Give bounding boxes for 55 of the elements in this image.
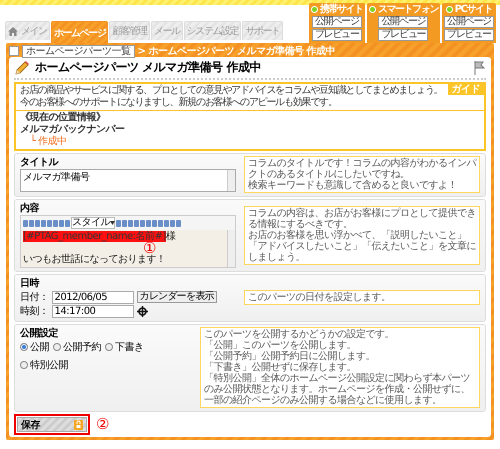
guide-badge: ガイド <box>448 84 484 95</box>
radio-option[interactable]: 公開予約 <box>53 340 101 354</box>
annotation-number: ① <box>143 241 156 256</box>
flag-icon <box>474 60 486 74</box>
scrollbar <box>227 230 235 267</box>
location-current: └ 作成中 <box>29 136 68 148</box>
site-label: 携帯サイト <box>320 4 363 15</box>
site-label: PCサイト <box>454 4 492 15</box>
radio-option[interactable]: 下書き <box>105 340 144 354</box>
rich-text-editor[interactable]: スタイル [#PTAG_member_name:名前#]様 ① いつもお世話になっております！ <box>20 215 236 268</box>
text-field[interactable]: 2012/06/05 <box>52 290 134 304</box>
field-label: 時刻： <box>20 304 48 318</box>
section-heading: 内容 <box>20 202 40 215</box>
editor-text: [#PTAG_member_name:名前#] <box>23 231 166 242</box>
dot-icon <box>368 6 376 13</box>
site-button[interactable]: 公開ページ <box>444 16 494 28</box>
site-button[interactable]: プレビュー <box>312 29 362 41</box>
site-label: スマートフォン <box>378 4 438 15</box>
lock-icon <box>74 420 83 430</box>
help-tip: コラムのタイトルです！コラムの内容がわかるインパクトのあるタイトルにしたいですね。 検索キーワードも意識して含めると良いですよ！ <box>244 156 480 193</box>
location-heading: 《現在の位置情報》 <box>20 112 106 124</box>
caret-icon <box>110 221 115 225</box>
help-tip: このパーツを公開するかどうかの設定です。 「公開」このパーツを公開します。 「公開予約」公開予約日に公開します。 「下書き」公開せずに保存します。 「特別公開」全体のホームページ公開設定に関わらず本パーツのみ公開状態となります。ホームページを作成・公開せずに、一部の紹介ページのみ公開する場合などに使用します。 <box>200 327 480 408</box>
location-parent: メルマガバックナンバー <box>20 124 126 135</box>
help-tip: コラムの内容は、お店がお客様にプロとして提供できる情報にするべきです。 お店のお客様を思い浮かべて、「説明したいこと」「アドバイスしたいこと」「伝えたいこと」を文章にしましょう。 <box>244 206 480 264</box>
save-button[interactable]: 保存 <box>17 417 87 432</box>
radio-option[interactable]: 特別公開 <box>20 358 68 372</box>
help-tip: このパーツの日付を設定します。 <box>244 290 480 305</box>
section-heading: タイトル <box>20 156 60 169</box>
dot-icon <box>446 6 453 13</box>
guide-text: お店の商品やサービスに関する、プロとしての意見やアドバイスをコラムや豆知識としてまとめましょう。 <box>20 85 444 96</box>
breadcrumb-current: ホームページパーツ メルマガ準備号 作成中 <box>148 44 335 58</box>
site-button[interactable]: プレビュー <box>378 29 428 41</box>
calendar-button[interactable]: カレンダーを表示 <box>136 291 217 303</box>
site-button[interactable]: 公開ページ <box>378 16 428 28</box>
site-button[interactable]: 公開ページ <box>312 16 362 28</box>
scrollbar <box>227 170 235 191</box>
text-field[interactable]: 14:17:00 <box>52 304 134 318</box>
breadcrumb-link[interactable]: ホームページパーツ一覧 <box>22 44 134 58</box>
house-icon <box>8 26 18 36</box>
guide-text: 今のお客様へのサポートになりますし、新規のお客様へのアピールも効果です。 <box>20 97 338 109</box>
breadcrumb-separator: > <box>138 46 146 56</box>
style-select[interactable]: スタイル <box>71 217 115 229</box>
annotation-number: ② <box>96 417 109 432</box>
radio-option[interactable]: 公開 <box>20 340 49 354</box>
site-button[interactable]: プレビュー <box>444 29 494 41</box>
section-heading: 日時 <box>20 277 40 290</box>
crosshair-icon[interactable] <box>136 306 148 316</box>
page-title: ホームページパーツ メルマガ準備号 作成中 <box>35 59 262 76</box>
field-label: 日付： <box>20 291 48 304</box>
section-heading: 公開設定 <box>20 327 59 340</box>
dot-icon <box>310 6 318 13</box>
editor-text: いつもお世話になっております！ <box>23 254 166 265</box>
editor-text: 様 <box>166 231 176 242</box>
title-input[interactable]: メルマガ準備号 <box>20 169 236 192</box>
